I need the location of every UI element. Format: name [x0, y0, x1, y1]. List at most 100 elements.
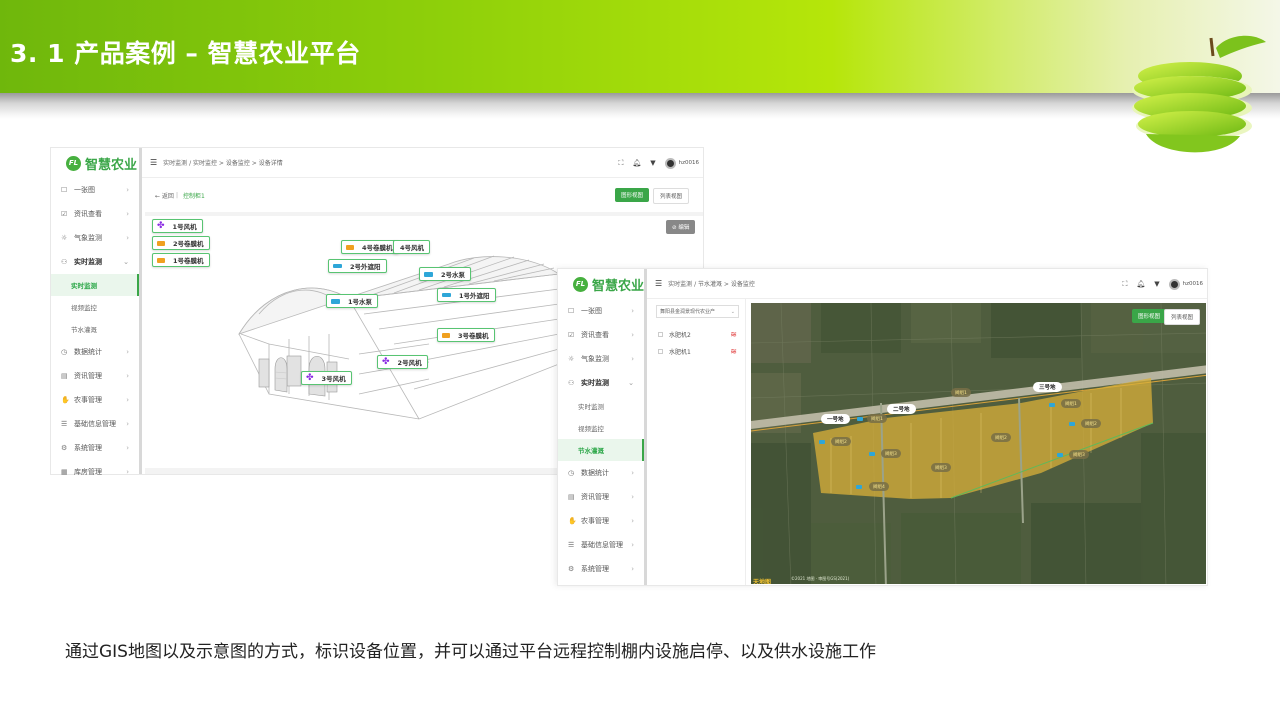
shirt-icon[interactable]: ▼ — [1154, 280, 1159, 288]
device-fan-2[interactable]: ✤ 2号风机 — [377, 355, 428, 369]
menu-item-news-mgmt[interactable]: ▤ 资讯管理 › — [558, 485, 644, 509]
checkbox[interactable] — [658, 349, 663, 354]
menu-item-stats[interactable]: ◷ 数据统计 › — [51, 340, 139, 364]
menu-item-stats[interactable]: ◷ 数据统计 › — [558, 461, 644, 485]
submenu-irrigation[interactable]: 节水灌溉 — [558, 439, 644, 461]
device-pump-2[interactable]: 2号水泵 — [419, 267, 472, 281]
menu-item-basic[interactable]: ☰ 基础信息管理 › — [51, 412, 139, 436]
menu-item-news-mgmt[interactable]: ▤ 资讯管理 › — [51, 364, 139, 388]
device-fan-3[interactable]: ✤ 3号风机 — [301, 371, 352, 385]
menu-item-weather[interactable]: ☼ 气象监测 › — [558, 347, 644, 371]
valve-chip[interactable]: 阀组3 — [1069, 450, 1089, 459]
submenu-realtime[interactable]: 实时监测 — [558, 395, 644, 417]
avatar[interactable] — [664, 157, 676, 169]
edit-button[interactable]: ⊘ 编辑 — [666, 220, 696, 234]
valve-chip[interactable]: 阀组3 — [881, 449, 901, 458]
menu-item-map[interactable]: ☐ 一张图 › — [558, 299, 644, 323]
apple-illustration — [1132, 35, 1266, 153]
list-view-button[interactable]: 列表视图 — [653, 188, 690, 204]
topbar: ☰ 实时监测 / 节水灌溉 > 设备监控 ⛶ 🔔︎ ▼ hz0016 — [647, 269, 1207, 299]
menu-item-weather[interactable]: ☼ 气象监测 › — [51, 226, 139, 250]
shirt-icon[interactable]: ▼ — [650, 159, 655, 167]
diagram-view-button[interactable]: 图形视图 — [615, 188, 650, 202]
bell-icon[interactable]: 🔔︎ — [1136, 280, 1145, 288]
username[interactable]: hz0016 — [679, 160, 699, 166]
chevron-right-icon: › — [126, 444, 129, 452]
chevron-right-icon: › — [126, 348, 129, 356]
app-logo[interactable]: FL 智慧农业 — [558, 269, 644, 299]
username[interactable]: hz0016 — [1183, 281, 1203, 287]
slide-title: 3. 1 产品案例 – 智慧农业平台 — [10, 39, 361, 68]
valve-chip[interactable]: 阀组2 — [1081, 419, 1101, 428]
chevron-right-icon: › — [126, 396, 129, 404]
device-film-4[interactable]: 4号卷膜机 — [341, 240, 399, 254]
device-pump-1[interactable]: 1号水泵 — [326, 294, 379, 308]
menu-item-realtime[interactable]: ⚇ 实时监测 ⌄ — [558, 371, 644, 395]
list-view-button[interactable]: 列表视图 — [1163, 309, 1200, 325]
device-film-2[interactable]: 2号卷膜机 — [152, 236, 210, 250]
device-row[interactable]: 水肥机1 ≋ — [650, 343, 745, 360]
submenu-video[interactable]: 视频监控 — [51, 296, 139, 318]
device-film-3[interactable]: 3号卷膜机 — [437, 328, 495, 342]
device-fan-1[interactable]: ✤ 1号风机 — [152, 219, 203, 233]
valve-chip[interactable]: 阀组2 — [831, 437, 851, 446]
pump-icon[interactable] — [1049, 403, 1055, 407]
menu-item-realtime[interactable]: ⚇ 实时监测 ⌄ — [51, 250, 139, 274]
menu-item-system[interactable]: ⚙ 系统管理 › — [51, 436, 139, 460]
submenu-realtime[interactable]: 实时监测 — [51, 274, 139, 296]
field-label-1[interactable]: 一号地 — [821, 414, 850, 424]
menu-item-basic[interactable]: ☰ 基础信息管理 › — [558, 533, 644, 557]
farm-select[interactable]: 舞阳县金润景现代农业产 ⌄ — [656, 305, 739, 318]
submenu-video[interactable]: 视频监控 — [558, 417, 644, 439]
fullscreen-icon[interactable]: ⛶ — [1122, 280, 1127, 289]
menu-item-farm[interactable]: ✋ 农事管理 › — [51, 388, 139, 412]
diagram-view-button[interactable]: 图形视图 — [1131, 309, 1166, 323]
field-label-3[interactable]: 三号地 — [1033, 382, 1062, 392]
device-row[interactable]: 水肥机2 ≋ — [650, 326, 745, 343]
menu-toggle-icon[interactable]: ☰ — [655, 279, 662, 288]
menu-item-warehouse[interactable]: ▦ 库房管理 › — [51, 460, 139, 484]
device-film-1[interactable]: 1号卷膜机 — [152, 253, 210, 267]
valve-chip[interactable]: 阀组1 — [867, 414, 887, 423]
pump-icon[interactable] — [1057, 453, 1063, 457]
bell-icon[interactable]: 🔔︎ — [632, 159, 641, 167]
valve-chip[interactable]: 阀组4 — [869, 482, 889, 491]
pump-icon[interactable] — [869, 452, 875, 456]
pump-icon[interactable] — [819, 440, 825, 444]
menu-toggle-icon[interactable]: ☰ — [150, 158, 157, 167]
device-fan-4[interactable]: 4号风机 — [393, 240, 431, 254]
valve-chip[interactable]: 阀组1 — [951, 388, 971, 397]
chevron-right-icon: › — [631, 331, 634, 339]
device-label: 3号风机 — [321, 375, 346, 383]
pump-icon[interactable] — [857, 417, 863, 421]
submenu-irrigation[interactable]: 节水灌溉 — [51, 318, 139, 340]
fullscreen-icon[interactable]: ⛶ — [618, 159, 623, 168]
checkbox[interactable] — [658, 332, 663, 337]
sun-icon: ☼ — [61, 234, 68, 242]
device-shade-1[interactable]: 1号外遮阳 — [437, 288, 496, 302]
sidebar: FL 智慧农业 ☐ 一张图 › ☑ 资讯查看 › ☼ 气象监测 › ⚇ 实时监测 ⌄ 实时监测 … — [51, 148, 142, 476]
breadcrumb: 实时监测 / 实时监控 > 设备监控 > 设备详情 — [163, 160, 283, 167]
news-icon: ☑ — [61, 210, 68, 218]
warehouse-icon: ▦ — [61, 468, 68, 476]
menu-item-system[interactable]: ⚙ 系统管理 › — [558, 557, 644, 581]
device-shade-2[interactable]: 2号外遮阳 — [328, 259, 387, 273]
menu-item-farm[interactable]: ✋ 农事管理 › — [558, 509, 644, 533]
back-button[interactable]: ← 返回 — [155, 191, 174, 200]
logo-text: 智慧农业 — [85, 157, 138, 173]
menu-item-news[interactable]: ☑ 资讯查看 › — [558, 323, 644, 347]
valve-chip[interactable]: 阀组3 — [931, 463, 951, 472]
avatar[interactable] — [1168, 278, 1180, 290]
satellite-map[interactable]: 天地图 图形视图 列表视图 一号地 二号地 三号地 阀组1 阀组2 阀组3 阀组… — [751, 303, 1206, 584]
chevron-right-icon: › — [631, 355, 634, 363]
menu-item-map[interactable]: ☐ 一张图 › — [51, 178, 139, 202]
device-label: 1号风机 — [172, 223, 197, 231]
app-logo[interactable]: FL 智慧农业 — [51, 148, 139, 178]
valve-chip[interactable]: 阀组1 — [1061, 399, 1081, 408]
pump-icon[interactable] — [1069, 422, 1075, 426]
menu-label: 资讯查看 — [581, 331, 609, 339]
menu-item-news[interactable]: ☑ 资讯查看 › — [51, 202, 139, 226]
valve-chip[interactable]: 阀组2 — [991, 433, 1011, 442]
field-label-2[interactable]: 二号地 — [887, 404, 916, 414]
pump-icon[interactable] — [856, 485, 862, 489]
